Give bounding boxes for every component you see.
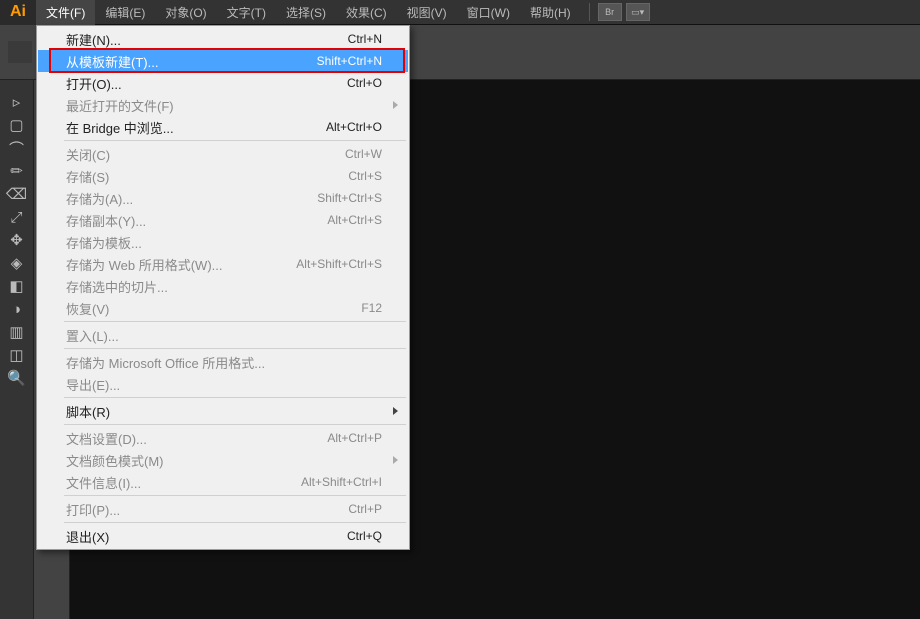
menuitem-label: 最近打开的文件(F) <box>66 96 174 115</box>
menu-效果[interactable]: 效果(C) <box>336 0 397 25</box>
menubar: Ai 文件(F)编辑(E)对象(O)文字(T)选择(S)效果(C)视图(V)窗口… <box>0 0 920 25</box>
menuitem-shortcut: Shift+Ctrl+N <box>317 54 382 68</box>
menuitem-shortcut: Shift+Ctrl+S <box>317 191 382 205</box>
menu-窗口[interactable]: 窗口(W) <box>457 0 520 25</box>
scale-tool[interactable]: ⤢ <box>3 206 31 228</box>
menu-视图[interactable]: 视图(V) <box>397 0 457 25</box>
menuitem-文件信息I: 文件信息(I)... Alt+Shift+Ctrl+I <box>38 471 408 493</box>
menuitem-打印P: 打印(P)... Ctrl+P <box>38 498 408 520</box>
column-graph-tool[interactable]: ▥ <box>3 321 31 343</box>
menuitem-文档设置D: 文档设置(D)... Alt+Ctrl+P <box>38 427 408 449</box>
menuitem-新建N[interactable]: 新建(N)... Ctrl+N <box>38 28 408 50</box>
menu-separator <box>64 140 406 141</box>
menu-separator <box>64 348 406 349</box>
menuitem-shortcut: Alt+Ctrl+P <box>327 431 382 445</box>
menuitem-shortcut: Alt+Shift+Ctrl+I <box>301 475 382 489</box>
menuitem-label: 退出(X) <box>66 527 109 546</box>
control-slot <box>8 41 32 63</box>
menuitem-label: 脚本(R) <box>66 402 110 421</box>
menuitem-label: 置入(L)... <box>66 326 119 345</box>
file-menu-dropdown: 新建(N)... Ctrl+N 从模板新建(T)... Shift+Ctrl+N 打开(… <box>36 25 410 550</box>
menuitem-label: 存储为模板... <box>66 233 142 252</box>
menuitem-脚本R[interactable]: 脚本(R) <box>38 400 408 422</box>
menuitem-label: 存储为 Web 所用格式(W)... <box>66 255 222 274</box>
bridge-icon[interactable]: Br <box>598 3 622 21</box>
menuitem-关闭C: 关闭(C) Ctrl+W <box>38 143 408 165</box>
menuitem-shortcut: Ctrl+O <box>347 76 382 90</box>
menu-文件[interactable]: 文件(F) <box>36 0 95 25</box>
menu-separator <box>64 522 406 523</box>
menuitem-label: 存储(S) <box>66 167 109 186</box>
menuitem-shortcut: F12 <box>361 301 382 315</box>
arc-tool[interactable]: ⌒ <box>3 137 31 159</box>
menu-文字[interactable]: 文字(T) <box>217 0 276 25</box>
menuitem-shortcut: Ctrl+P <box>348 502 382 516</box>
menuitem-label: 新建(N)... <box>66 30 121 49</box>
menuitem-label: 在 Bridge 中浏览... <box>66 118 174 137</box>
menuitem-label: 文件信息(I)... <box>66 473 141 492</box>
menuitem-存储选中的切片: 存储选中的切片... <box>38 275 408 297</box>
menuitem-label: 打开(O)... <box>66 74 122 93</box>
sel2-tool[interactable]: ▹ <box>3 91 31 113</box>
menuitem-label: 恢复(V) <box>66 299 109 318</box>
menuitem-存储为A: 存储为(A)... Shift+Ctrl+S <box>38 187 408 209</box>
menuitem-在-Bridge-中浏览[interactable]: 在 Bridge 中浏览... Alt+Ctrl+O <box>38 116 408 138</box>
submenu-arrow-icon <box>393 456 398 464</box>
app-logo: Ai <box>0 0 36 25</box>
menuitem-label: 文档设置(D)... <box>66 429 147 448</box>
blend-tool[interactable]: ◑ <box>3 298 31 320</box>
menu-对象[interactable]: 对象(O) <box>155 0 216 25</box>
menuitem-存储副本Y: 存储副本(Y)... Alt+Ctrl+S <box>38 209 408 231</box>
menu-separator <box>64 321 406 322</box>
menuitem-恢复V: 恢复(V) F12 <box>38 297 408 319</box>
pencil-tool[interactable]: ✏ <box>3 160 31 182</box>
menuitem-文档颜色模式M: 文档颜色模式(M) <box>38 449 408 471</box>
menubar-separator <box>589 3 590 21</box>
menu-separator <box>64 424 406 425</box>
menuitem-存储为模板: 存储为模板... <box>38 231 408 253</box>
menuitem-存储为-Microsoft-Office-所用格式: 存储为 Microsoft Office 所用格式... <box>38 351 408 373</box>
menuitem-shortcut: Ctrl+N <box>348 32 382 46</box>
menuitem-label: 存储为 Microsoft Office 所用格式... <box>66 353 265 372</box>
menuitem-打开O[interactable]: 打开(O)... Ctrl+O <box>38 72 408 94</box>
gradient-tool[interactable]: ◧ <box>3 275 31 297</box>
submenu-arrow-icon <box>393 407 398 415</box>
menuitem-label: 导出(E)... <box>66 375 120 394</box>
menuitem-label: 存储为(A)... <box>66 189 133 208</box>
menuitem-shortcut: Ctrl+W <box>345 147 382 161</box>
zoom-tool[interactable]: 🔍 <box>3 367 31 389</box>
menuitem-存储S: 存储(S) Ctrl+S <box>38 165 408 187</box>
menuitem-存储为-Web-所用格式W: 存储为 Web 所用格式(W)... Alt+Shift+Ctrl+S <box>38 253 408 275</box>
menuitem-shortcut: Alt+Ctrl+S <box>327 213 382 227</box>
menuitem-label: 打印(P)... <box>66 500 120 519</box>
free-transform-tool[interactable]: ✥ <box>3 229 31 251</box>
menuitem-label: 关闭(C) <box>66 145 110 164</box>
menuitem-退出X[interactable]: 退出(X) Ctrl+Q <box>38 525 408 547</box>
menuitem-label: 从模板新建(T)... <box>66 52 158 71</box>
menuitem-shortcut: Ctrl+S <box>348 169 382 183</box>
menuitem-从模板新建T[interactable]: 从模板新建(T)... Shift+Ctrl+N <box>38 50 408 72</box>
menu-选择[interactable]: 选择(S) <box>276 0 336 25</box>
submenu-arrow-icon <box>393 101 398 109</box>
menu-帮助[interactable]: 帮助(H) <box>520 0 581 25</box>
workspace-switcher-icon[interactable]: ▭▾ <box>626 3 650 21</box>
menuitem-置入L: 置入(L)... <box>38 324 408 346</box>
rect-tool[interactable]: ▢ <box>3 114 31 136</box>
menuitem-label: 存储选中的切片... <box>66 277 168 296</box>
menu-separator <box>64 495 406 496</box>
menuitem-shortcut: Alt+Shift+Ctrl+S <box>296 257 382 271</box>
menuitem-shortcut: Alt+Ctrl+O <box>326 120 382 134</box>
menuitem-label: 文档颜色模式(M) <box>66 451 164 470</box>
menuitem-shortcut: Ctrl+Q <box>347 529 382 543</box>
menuitem-导出E: 导出(E)... <box>38 373 408 395</box>
perspective-tool[interactable]: ◈ <box>3 252 31 274</box>
menuitem-label: 存储副本(Y)... <box>66 211 146 230</box>
menu-separator <box>64 397 406 398</box>
eraser-tool[interactable]: ⌫ <box>3 183 31 205</box>
menuitem-最近打开的文件F: 最近打开的文件(F) <box>38 94 408 116</box>
toolbox-left-extra: ▹▢⌒✏⌫⤢✥◈◧◑▥◫🔍 <box>0 80 34 619</box>
slice-tool[interactable]: ◫ <box>3 344 31 366</box>
menu-编辑[interactable]: 编辑(E) <box>95 0 155 25</box>
